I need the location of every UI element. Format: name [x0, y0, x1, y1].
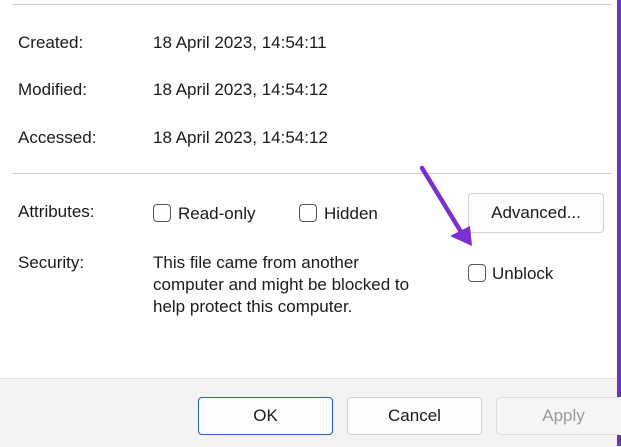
created-label: Created:: [18, 33, 84, 52]
accessed-value: 18 April 2023, 14:54:12: [153, 128, 328, 147]
modified-label: Modified:: [18, 80, 87, 99]
hidden-label[interactable]: Hidden: [324, 204, 378, 224]
security-message-line: This file came from another: [153, 253, 359, 272]
file-properties-dialog: Created: 18 April 2023, 14:54:11 Modifie…: [0, 0, 621, 447]
unblock-label[interactable]: Unblock: [492, 264, 553, 284]
security-message-line: help protect this computer.: [153, 297, 353, 316]
created-value: 18 April 2023, 14:54:11: [153, 33, 327, 52]
dialog-footer: OK Cancel Apply: [0, 378, 621, 447]
security-label: Security:: [18, 253, 85, 272]
cancel-button[interactable]: Cancel: [347, 397, 482, 435]
readonly-checkbox[interactable]: [153, 204, 171, 222]
general-tab-content: Created: 18 April 2023, 14:54:11 Modifie…: [0, 0, 617, 378]
accessed-label: Accessed:: [18, 128, 97, 147]
readonly-label[interactable]: Read-only: [178, 204, 256, 224]
attributes-label: Attributes:: [18, 202, 95, 221]
security-message-line: computer and might be blocked to: [153, 275, 410, 294]
unblock-checkbox[interactable]: [468, 264, 486, 282]
modified-value: 18 April 2023, 14:54:12: [153, 80, 328, 99]
apply-button[interactable]: Apply: [496, 397, 621, 435]
ok-button[interactable]: OK: [198, 397, 333, 435]
advanced-button[interactable]: Advanced...: [468, 193, 604, 233]
top-divider: [12, 4, 612, 5]
security-message: This file came from another computer and…: [153, 252, 453, 318]
hidden-checkbox[interactable]: [299, 204, 317, 222]
annotation-arrow-icon: [419, 165, 472, 246]
middle-divider: [12, 173, 612, 174]
